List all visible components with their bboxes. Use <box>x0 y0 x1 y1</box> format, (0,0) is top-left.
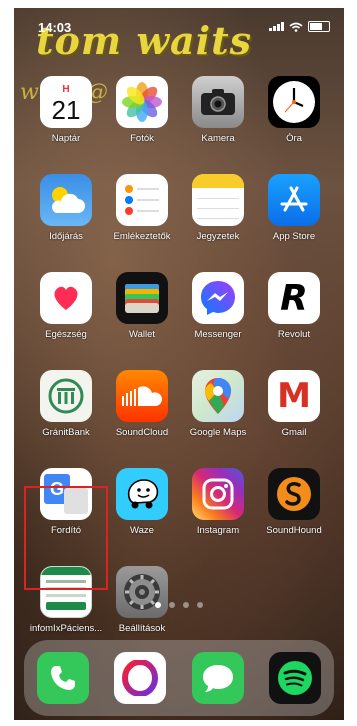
photos-icon <box>116 76 168 128</box>
home-screen: tom waits with @ 14:03 H 21 Naptár <box>14 8 344 720</box>
app-label: SoundCloud <box>115 427 169 438</box>
app-label: SoundHound <box>266 525 322 536</box>
app-label: Beállítások <box>118 623 166 634</box>
gmail-icon: M <box>268 370 320 422</box>
calendar-day-number: 21 <box>51 95 81 125</box>
app-label: Wallet <box>128 329 156 340</box>
app-fotok[interactable]: Fotók <box>104 76 180 144</box>
page-dot <box>183 602 189 608</box>
app-naptar[interactable]: H 21 Naptár <box>28 76 104 144</box>
selection-highlight <box>24 486 108 590</box>
reminders-icon <box>116 174 168 226</box>
app-label: Instagram <box>196 525 240 536</box>
calendar-icon: H 21 <box>40 76 92 128</box>
messenger-icon <box>192 272 244 324</box>
wallet-icon <box>116 272 168 324</box>
revolut-glyph: R <box>280 277 308 319</box>
wifi-icon <box>289 22 303 32</box>
app-label: GránitBank <box>42 427 90 438</box>
app-label: Kamera <box>201 133 235 144</box>
app-label: Naptár <box>51 133 81 144</box>
status-time: 14:03 <box>38 20 72 35</box>
waze-icon <box>116 468 168 520</box>
app-store-icon <box>268 174 320 226</box>
app-label: Gmail <box>281 427 307 438</box>
page-dot <box>155 602 161 608</box>
app-label: Google Maps <box>189 427 247 438</box>
dock <box>24 640 334 716</box>
soundhound-icon <box>268 468 320 520</box>
app-label: infomIxPáciens... <box>29 623 103 634</box>
messages-icon[interactable] <box>191 652 244 704</box>
app-beallitasok[interactable]: Beállítások <box>104 566 180 634</box>
app-label: Jegyzetek <box>196 231 240 242</box>
revolut-icon: R <box>268 272 320 324</box>
app-revolut[interactable]: R Revolut <box>256 272 332 340</box>
gmail-glyph: M <box>277 376 311 416</box>
status-icons <box>269 21 330 32</box>
google-maps-icon <box>192 370 244 422</box>
phone-icon[interactable] <box>36 652 89 704</box>
app-egeszseg[interactable]: Egészség <box>28 272 104 340</box>
app-label: App Store <box>272 231 316 242</box>
app-label: Revolut <box>277 329 311 340</box>
app-instagram[interactable]: Instagram <box>180 468 256 536</box>
app-label: Egészség <box>45 329 87 340</box>
page-indicator[interactable] <box>14 602 344 608</box>
app-app-store[interactable]: App Store <box>256 174 332 242</box>
app-label: Waze <box>130 525 154 536</box>
opera-icon[interactable] <box>114 652 167 704</box>
instagram-icon <box>192 468 244 520</box>
app-label: Óra <box>286 133 302 144</box>
app-label: Messenger <box>194 329 242 340</box>
app-soundcloud[interactable]: SoundCloud <box>104 370 180 438</box>
app-jegyzetek[interactable]: Jegyzetek <box>180 174 256 242</box>
spotify-icon[interactable] <box>269 652 322 704</box>
weather-icon <box>40 174 92 226</box>
app-ora[interactable]: Óra <box>256 76 332 144</box>
app-label: Időjárás <box>49 231 83 242</box>
app-kamera[interactable]: Kamera <box>180 76 256 144</box>
settings-icon <box>116 566 168 618</box>
app-emlekeztetok[interactable]: Emlékeztetők <box>104 174 180 242</box>
app-google-maps[interactable]: Google Maps <box>180 370 256 438</box>
app-wallet[interactable]: Wallet <box>104 272 180 340</box>
page-dot <box>197 602 203 608</box>
page-dot <box>169 602 175 608</box>
app-granitbank[interactable]: GránitBank <box>28 370 104 438</box>
app-messenger[interactable]: Messenger <box>180 272 256 340</box>
camera-icon <box>192 76 244 128</box>
app-label: Emlékeztetők <box>113 231 171 242</box>
notes-icon <box>192 174 244 226</box>
battery-icon <box>308 21 330 32</box>
app-soundhound[interactable]: SoundHound <box>256 468 332 536</box>
app-idojaras[interactable]: Időjárás <box>28 174 104 242</box>
signal-icon <box>269 22 284 31</box>
app-label: Fotók <box>130 133 154 144</box>
clock-icon <box>268 76 320 128</box>
app-waze[interactable]: Waze <box>104 468 180 536</box>
granitbank-icon <box>40 370 92 422</box>
health-icon <box>40 272 92 324</box>
soundcloud-icon <box>116 370 168 422</box>
app-gmail[interactable]: M Gmail <box>256 370 332 438</box>
